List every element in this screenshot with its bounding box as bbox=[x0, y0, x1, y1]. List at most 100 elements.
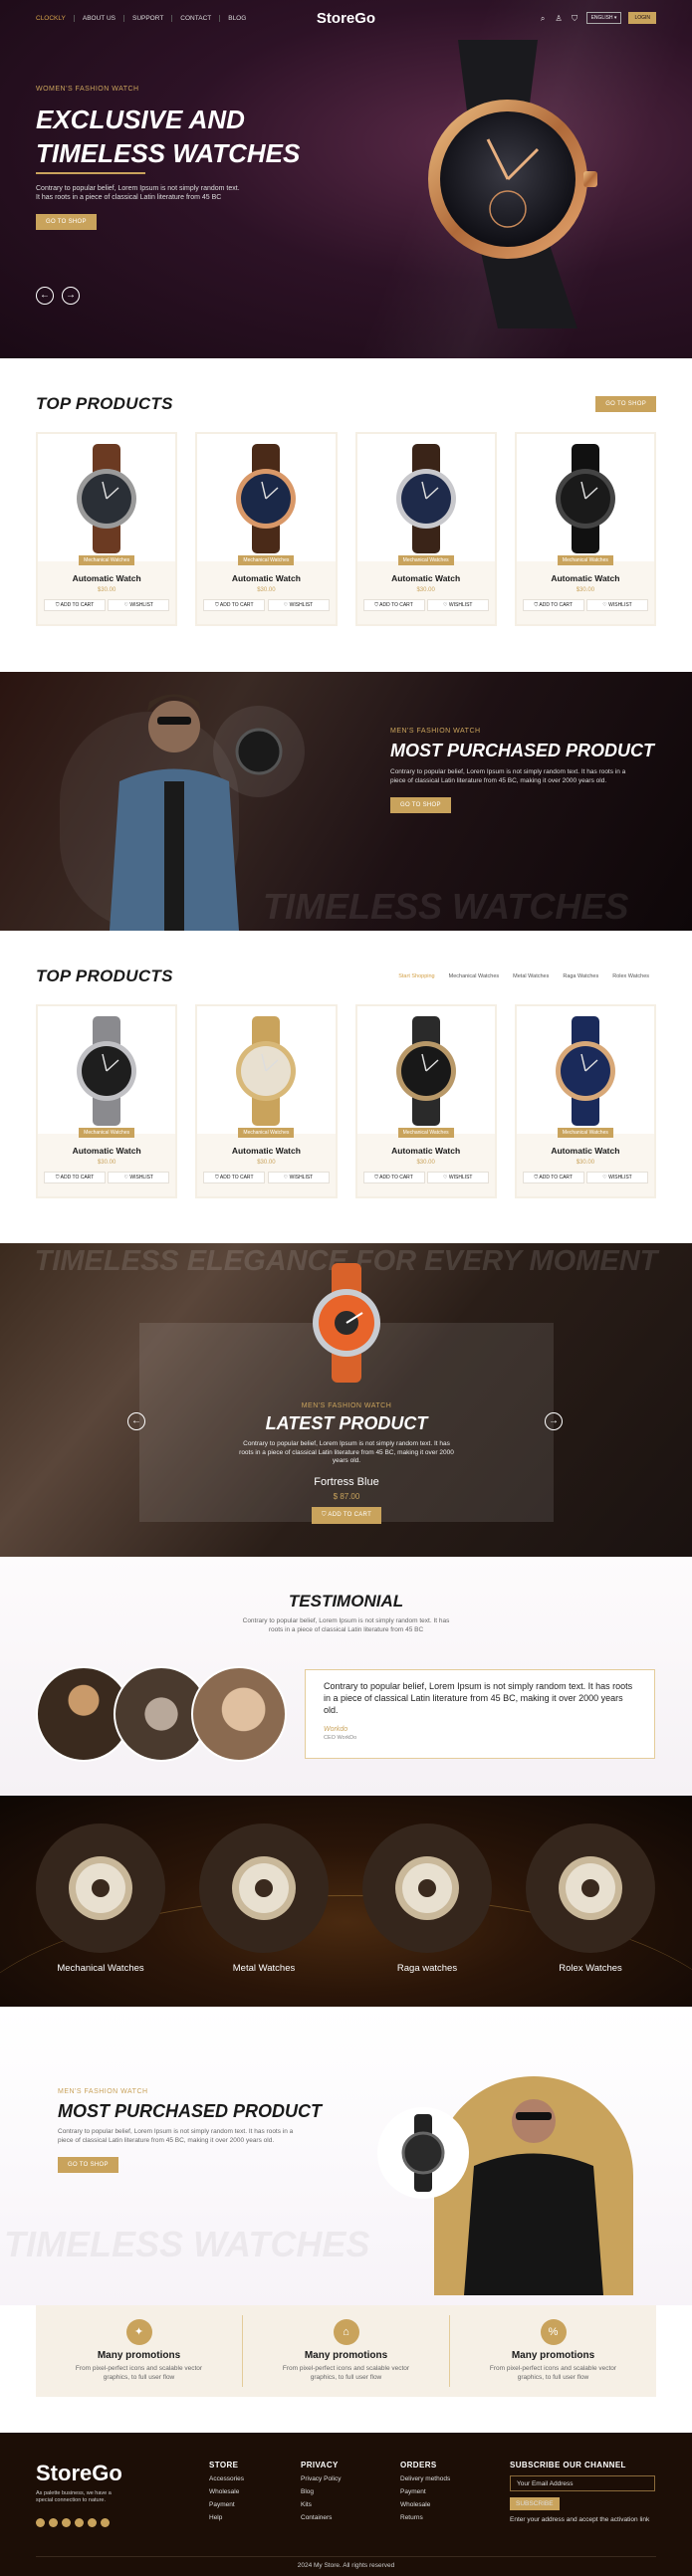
arrow-left-icon[interactable]: ← bbox=[127, 1412, 145, 1430]
arrow-right-icon[interactable]: → bbox=[545, 1412, 563, 1430]
tab-raga[interactable]: Raga Watches bbox=[556, 973, 605, 979]
go-to-shop-button[interactable]: GO TO SHOP bbox=[595, 396, 656, 412]
footer-link[interactable]: Privacy Policy bbox=[301, 2475, 341, 2482]
latest-add-to-cart-button[interactable]: ⛉ ADD TO CART bbox=[311, 1506, 382, 1524]
add-to-cart-button[interactable]: ⛉ ADD TO CART bbox=[522, 1172, 584, 1183]
social-icon[interactable] bbox=[101, 2518, 110, 2527]
watch-image bbox=[559, 1856, 622, 1920]
footer-link[interactable]: Wholesale bbox=[209, 2488, 244, 2495]
add-to-cart-button[interactable]: ⛉ ADD TO CART bbox=[362, 599, 425, 611]
product-name[interactable]: Automatic Watch bbox=[357, 1146, 495, 1156]
product-card[interactable]: Mechanical Watches Automatic Watch $30.00 ⛉… bbox=[354, 1004, 497, 1198]
tab-mechanical[interactable]: Mechanical Watches bbox=[442, 973, 507, 979]
wishlist-button[interactable]: ♡ WISHLIST bbox=[108, 1172, 170, 1183]
add-to-cart-button[interactable]: ⛉ ADD TO CART bbox=[203, 599, 266, 611]
wishlist-button[interactable]: ♡ WISHLIST bbox=[426, 599, 489, 611]
product-image[interactable] bbox=[38, 434, 175, 563]
add-to-cart-button[interactable]: ⛉ ADD TO CART bbox=[44, 599, 106, 611]
nav-link-about[interactable]: ABOUT US bbox=[75, 14, 124, 22]
product-image[interactable] bbox=[197, 1006, 335, 1136]
category-image[interactable] bbox=[526, 1824, 655, 1953]
category-item[interactable]: Raga watches bbox=[362, 1824, 492, 1974]
language-select[interactable]: ENGLISH ▾ bbox=[585, 12, 622, 24]
product-card[interactable]: Mechanical Watches Automatic Watch $30.00 ⛉… bbox=[195, 1004, 338, 1198]
footer-link[interactable]: Delivery methods bbox=[400, 2475, 450, 2482]
product-image[interactable] bbox=[357, 1006, 495, 1136]
footer-link[interactable]: Payment bbox=[209, 2501, 244, 2508]
product-card[interactable]: Mechanical Watches Automatic Watch $30.00 ⛉… bbox=[36, 432, 178, 626]
product-name[interactable]: Automatic Watch bbox=[517, 573, 654, 583]
footer-link[interactable]: Containers bbox=[301, 2514, 341, 2521]
product-image[interactable] bbox=[357, 434, 495, 563]
product-name[interactable]: Automatic Watch bbox=[38, 573, 175, 583]
product-card[interactable]: Mechanical Watches Automatic Watch $30.00 ⛉… bbox=[354, 432, 497, 626]
footer-link[interactable]: Help bbox=[209, 2514, 244, 2521]
product-name[interactable]: Automatic Watch bbox=[357, 573, 495, 583]
arrow-left-icon[interactable]: ← bbox=[36, 287, 54, 305]
product-name[interactable]: Automatic Watch bbox=[38, 1146, 175, 1156]
add-to-cart-button[interactable]: ⛉ ADD TO CART bbox=[44, 1172, 106, 1183]
wishlist-button[interactable]: ♡ WISHLIST bbox=[586, 1172, 648, 1183]
subscribe-button[interactable]: SUBSCRIBE bbox=[510, 2497, 560, 2510]
tab-start-shopping[interactable]: Start Shopping bbox=[391, 973, 441, 979]
product-name[interactable]: Automatic Watch bbox=[517, 1146, 654, 1156]
add-to-cart-label: ADD TO CART bbox=[539, 602, 573, 608]
mp-shop-button[interactable]: GO TO SHOP bbox=[390, 797, 451, 813]
product-image[interactable] bbox=[197, 434, 335, 563]
mp-title: MOST PURCHASED PRODUCT bbox=[58, 2101, 323, 2121]
add-to-cart-button[interactable]: ⛉ ADD TO CART bbox=[522, 599, 584, 611]
add-to-cart-button[interactable]: ⛉ ADD TO CART bbox=[203, 1172, 266, 1183]
wishlist-button[interactable]: ♡ WISHLIST bbox=[586, 599, 648, 611]
footer-brand[interactable]: StoreGo bbox=[36, 2461, 122, 2486]
footer-link[interactable]: Returns bbox=[400, 2514, 450, 2521]
category-image[interactable] bbox=[199, 1824, 329, 1953]
email-field[interactable]: Your Email Address bbox=[510, 2475, 655, 2491]
product-card[interactable]: Mechanical Watches Automatic Watch $30.00 ⛉… bbox=[514, 432, 656, 626]
nav-link-support[interactable]: SUPPORT bbox=[124, 14, 173, 22]
watch-image bbox=[555, 444, 615, 553]
product-card[interactable]: Mechanical Watches Automatic Watch $30.00 ⛉… bbox=[36, 1004, 178, 1198]
wishlist-button[interactable]: ♡ WISHLIST bbox=[108, 599, 170, 611]
social-icon[interactable] bbox=[62, 2518, 71, 2527]
nav-link-contact[interactable]: CONTACT bbox=[172, 14, 221, 22]
search-icon[interactable]: ⌕ bbox=[539, 14, 548, 23]
arrow-right-icon[interactable]: → bbox=[62, 287, 80, 305]
tab-rolex[interactable]: Rolex Watches bbox=[605, 973, 656, 979]
footer-link[interactable]: Accessories bbox=[209, 2475, 244, 2482]
product-image[interactable] bbox=[517, 434, 654, 563]
social-icon[interactable] bbox=[36, 2518, 45, 2527]
footer-link[interactable]: Kits bbox=[301, 2501, 341, 2508]
category-item[interactable]: Metal Watches bbox=[199, 1824, 329, 1974]
product-name[interactable]: Automatic Watch bbox=[197, 573, 335, 583]
cart-icon[interactable]: ⛉ bbox=[571, 14, 579, 23]
mp-shop-button[interactable]: GO TO SHOP bbox=[58, 2157, 118, 2173]
footer-link[interactable]: Payment bbox=[400, 2488, 450, 2495]
brand-logo[interactable]: StoreGo bbox=[317, 10, 375, 27]
category-image[interactable] bbox=[36, 1824, 165, 1953]
tab-metal[interactable]: Metal Watches bbox=[506, 973, 556, 979]
product-image[interactable] bbox=[517, 1006, 654, 1136]
nav-link-clockly[interactable]: CLOCKLY bbox=[36, 14, 75, 22]
wishlist-button[interactable]: ♡ WISHLIST bbox=[426, 1172, 489, 1183]
hero-shop-button[interactable]: GO TO SHOP bbox=[36, 214, 97, 230]
login-button[interactable]: LOGIN bbox=[628, 12, 656, 24]
social-icon[interactable] bbox=[75, 2518, 84, 2527]
social-icon[interactable] bbox=[49, 2518, 58, 2527]
product-name[interactable]: Automatic Watch bbox=[197, 1146, 335, 1156]
footer-link[interactable]: Blog bbox=[301, 2488, 341, 2495]
product-image[interactable] bbox=[38, 1006, 175, 1136]
product-card[interactable]: Mechanical Watches Automatic Watch $30.00 ⛉… bbox=[514, 1004, 656, 1198]
category-item[interactable]: Mechanical Watches bbox=[36, 1824, 165, 1974]
wishlist-button[interactable]: ♡ WISHLIST bbox=[267, 599, 330, 611]
user-icon[interactable]: ♙ bbox=[555, 14, 564, 23]
add-to-cart-button[interactable]: ⛉ ADD TO CART bbox=[362, 1172, 425, 1183]
footer-link[interactable]: Wholesale bbox=[400, 2501, 450, 2508]
category-image[interactable] bbox=[362, 1824, 492, 1953]
wishlist-button[interactable]: ♡ WISHLIST bbox=[267, 1172, 330, 1183]
top-nav: CLOCKLY ABOUT US SUPPORT CONTACT BLOG St… bbox=[0, 0, 692, 36]
product-card[interactable]: Mechanical Watches Automatic Watch $30.00 ⛉… bbox=[195, 432, 338, 626]
category-item[interactable]: Rolex Watches bbox=[526, 1824, 655, 1974]
social-icon[interactable] bbox=[88, 2518, 97, 2527]
nav-link-blog[interactable]: BLOG bbox=[220, 15, 254, 22]
